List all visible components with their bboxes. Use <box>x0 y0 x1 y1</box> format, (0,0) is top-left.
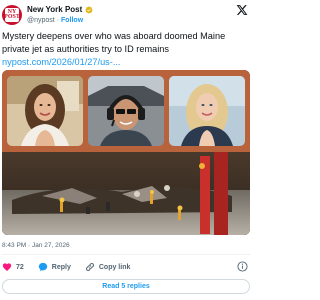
action-bar: 72 Reply Copy link <box>2 261 144 273</box>
link-icon <box>85 263 94 271</box>
copy-link-label: Copy link <box>98 263 131 271</box>
tweet-header: NY POST New York Post @nypost · Follow <box>0 2 253 26</box>
avatar[interactable]: NY POST <box>2 5 22 25</box>
tweet-card: NY POST New York Post @nypost · Follow My… <box>0 0 253 300</box>
photo-woman-blonde <box>169 76 245 146</box>
info-icon[interactable] <box>237 261 248 272</box>
tweet-media[interactable] <box>2 70 250 235</box>
verified-badge-icon <box>85 6 93 14</box>
copy-link-button[interactable]: Copy link <box>85 262 131 272</box>
like-button[interactable]: 72 <box>2 262 24 272</box>
separator: · <box>56 17 60 24</box>
divider <box>2 254 251 255</box>
reply-label: Reply <box>51 263 71 271</box>
tweet-timestamp[interactable]: 8:43 PM · Jan 27, 2026 <box>2 241 70 250</box>
name-row: New York Post <box>27 5 93 15</box>
reply-button[interactable]: Reply <box>38 262 71 272</box>
tweet-text: Mystery deepens over who was aboard doom… <box>2 30 252 69</box>
reply-bubble-icon <box>38 262 47 272</box>
tweet-link[interactable]: nypost.com/2026/01/27/us-... <box>2 56 252 69</box>
wreckage-scene-photo <box>2 152 250 235</box>
display-name[interactable]: New York Post <box>27 5 82 15</box>
heart-icon <box>2 263 12 271</box>
photo-woman-brown-hair <box>7 76 83 146</box>
photo-collage-panel <box>2 70 250 152</box>
handle[interactable]: @nypost <box>27 17 55 24</box>
handle-row: @nypost · Follow <box>27 16 83 25</box>
tweet-body: Mystery deepens over who was aboard doom… <box>2 31 226 54</box>
x-logo-icon[interactable] <box>236 4 248 16</box>
nypost-logo: NY POST <box>4 8 20 22</box>
follow-button[interactable]: Follow <box>61 17 83 24</box>
like-count: 72 <box>16 263 24 271</box>
read-replies-button[interactable]: Read 5 replies <box>2 279 250 294</box>
photo-man-headset <box>88 76 164 146</box>
